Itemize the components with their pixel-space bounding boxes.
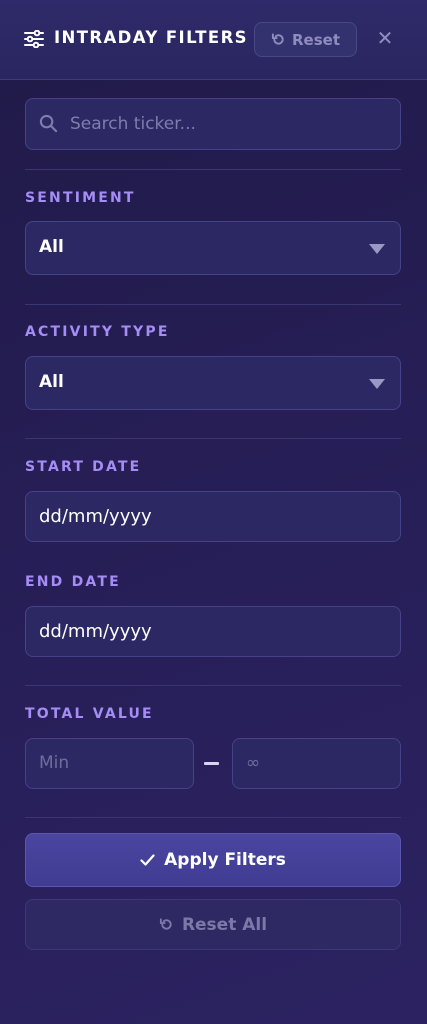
min-placeholder: Min xyxy=(39,753,70,773)
max-placeholder: ∞ xyxy=(246,753,261,773)
end-date-input[interactable]: dd/mm/yyyy xyxy=(25,606,401,657)
section-divider xyxy=(25,169,401,170)
search-field[interactable] xyxy=(25,98,401,150)
end-date-label: END DATE xyxy=(25,574,121,590)
chevron-down-icon xyxy=(369,379,385,389)
total-value-max-input[interactable]: ∞ xyxy=(232,738,401,789)
total-value-label: TOTAL VALUE xyxy=(25,706,154,722)
close-icon[interactable]: ✕ xyxy=(375,28,395,48)
undo-icon xyxy=(271,33,284,45)
start-date-label: START DATE xyxy=(25,459,142,475)
apply-filters-label: Apply Filters xyxy=(164,850,286,870)
activity-type-selected-value: All xyxy=(39,372,64,392)
start-date-input[interactable]: dd/mm/yyyy xyxy=(25,491,401,542)
header-reset-label: Reset xyxy=(292,30,340,49)
chevron-down-icon xyxy=(369,244,385,254)
undo-icon xyxy=(159,918,172,930)
activity-type-select[interactable]: All xyxy=(25,356,401,410)
sentiment-selected-value: All xyxy=(39,237,64,257)
total-value-min-input[interactable]: Min xyxy=(25,738,194,789)
section-divider xyxy=(25,438,401,439)
checkmark-icon xyxy=(140,854,155,866)
sentiment-label: SENTIMENT xyxy=(25,190,136,206)
end-date-value: dd/mm/yyyy xyxy=(39,621,152,642)
apply-filters-button[interactable]: Apply Filters xyxy=(25,833,401,887)
range-separator xyxy=(204,762,219,765)
reset-all-button[interactable]: Reset All xyxy=(25,899,401,950)
panel-title: INTRADAY FILTERS xyxy=(54,28,248,47)
sliders-icon xyxy=(24,30,44,48)
section-divider xyxy=(25,817,401,818)
search-icon xyxy=(39,114,58,133)
section-divider xyxy=(25,685,401,686)
reset-all-label: Reset All xyxy=(181,914,268,935)
sentiment-select[interactable]: All xyxy=(25,221,401,275)
start-date-value: dd/mm/yyyy xyxy=(39,506,152,527)
search-input[interactable] xyxy=(70,99,390,149)
activity-type-label: ACTIVITY TYPE xyxy=(25,324,170,340)
header-reset-button[interactable]: Reset xyxy=(254,22,357,57)
filter-panel-header: INTRADAY FILTERS Reset ✕ xyxy=(0,0,427,80)
section-divider xyxy=(25,304,401,305)
